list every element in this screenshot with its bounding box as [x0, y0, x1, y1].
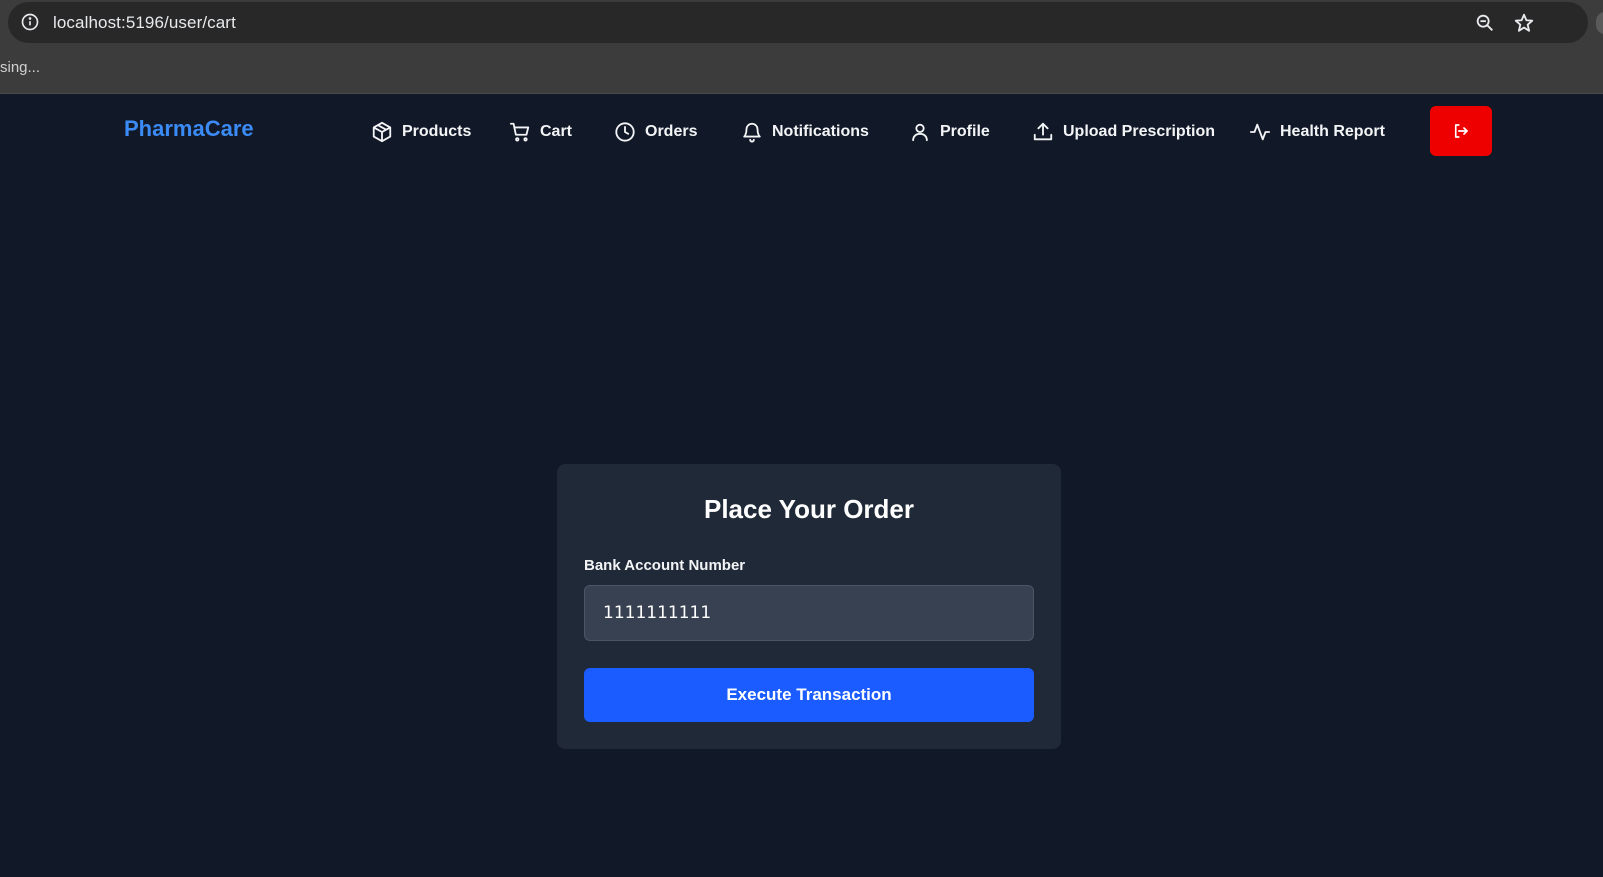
- profile-avatar-partial[interactable]: [1596, 12, 1603, 34]
- browser-chrome: localhost:5196/user/cart sing...: [0, 0, 1603, 94]
- info-icon[interactable]: [20, 12, 40, 32]
- cart-icon: [509, 122, 530, 142]
- nav-label: Cart: [540, 123, 573, 140]
- clock-icon: [615, 122, 635, 142]
- nav-item-orders[interactable]: Orders: [614, 118, 697, 146]
- account-number-input[interactable]: [584, 585, 1034, 641]
- url-text[interactable]: localhost:5196/user/cart: [53, 13, 236, 33]
- nav-label: Products: [402, 123, 472, 140]
- nav-label: Profile: [940, 123, 990, 140]
- nav-item-upload-prescription[interactable]: Upload Prescription: [1032, 118, 1215, 146]
- zoom-icon[interactable]: [1474, 12, 1496, 34]
- account-label: Bank Account Number: [584, 557, 746, 574]
- nav-label: Orders: [645, 123, 698, 140]
- status-text: sing...: [0, 59, 41, 76]
- upload-icon: [1033, 122, 1053, 141]
- nav-item-health-report[interactable]: Health Report: [1249, 118, 1385, 146]
- address-bar[interactable]: localhost:5196/user/cart: [8, 2, 1588, 43]
- bell-icon: [743, 122, 761, 143]
- order-title: Place Your Order: [703, 494, 915, 524]
- logout-button[interactable]: [1430, 106, 1492, 156]
- order-card: Place Your Order Bank Account Number Exe…: [557, 464, 1061, 749]
- execute-transaction-button[interactable]: Execute Transaction: [584, 668, 1034, 722]
- star-icon[interactable]: [1513, 12, 1535, 34]
- nav-item-products[interactable]: Products: [371, 118, 471, 146]
- nav-label: Upload Prescription: [1063, 123, 1216, 140]
- nav-item-notifications[interactable]: Notifications: [741, 118, 869, 146]
- package-icon: [372, 121, 392, 143]
- nav-item-profile[interactable]: Profile: [909, 118, 990, 146]
- user-icon: [912, 123, 928, 142]
- nav-label: Health Report: [1280, 123, 1385, 140]
- brand-logo[interactable]: PharmaCare: [124, 116, 254, 142]
- activity-icon: [1249, 123, 1271, 141]
- main-navbar: PharmaCare Products Cart Orders Notifica…: [0, 94, 1603, 168]
- logout-icon: [1454, 124, 1468, 138]
- nav-label: Notifications: [772, 123, 869, 140]
- nav-item-cart[interactable]: Cart: [509, 118, 572, 146]
